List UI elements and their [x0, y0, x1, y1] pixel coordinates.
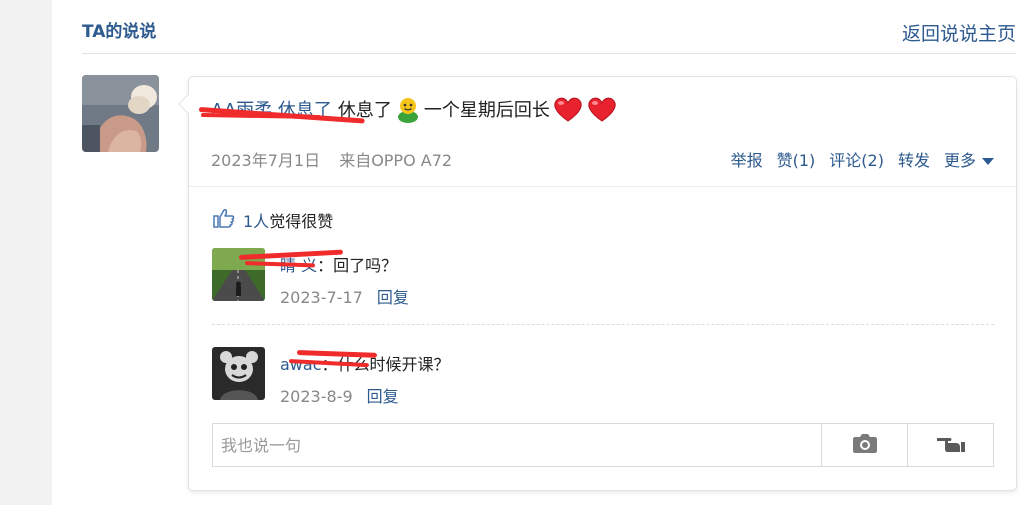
likes-count[interactable]: 1人 [243, 208, 269, 232]
report-link[interactable]: 举报 [731, 147, 763, 171]
post-meta: 2023年7月1日 来自OPPO A72 [211, 147, 452, 171]
comment-box [212, 423, 994, 467]
post-meta-row: 2023年7月1日 来自OPPO A72 举报 赞(1) 评论(2) 转发 更多 [211, 147, 994, 171]
left-gutter [0, 0, 52, 505]
commenter-avatar[interactable] [212, 347, 265, 400]
divider [189, 186, 1016, 187]
back-to-home-link[interactable]: 返回说说主页 [902, 19, 1016, 46]
likes-row: 1人 觉得很赞 [213, 208, 333, 232]
mention-button[interactable] [907, 424, 993, 466]
post-card: AA雨柔 休息了 休息了 一个星期后回长 2023年7月1日 来自OPPO A7… [178, 76, 1017, 491]
card-pointer [178, 94, 198, 114]
comment-date: 2023-7-17 [280, 288, 363, 307]
forward-link[interactable]: 转发 [898, 147, 930, 171]
more-menu[interactable]: 更多 [944, 147, 994, 171]
post-content: AA雨柔 休息了 休息了 一个星期后回长 [211, 93, 618, 125]
camera-icon [852, 432, 878, 458]
post-text-after: 一个星期后回长 [423, 100, 550, 121]
reply-link[interactable]: 回复 [377, 288, 409, 307]
section-title: TA的说说 [82, 22, 157, 42]
emoji-face-icon [394, 95, 422, 123]
comment-separator [212, 324, 994, 325]
pointing-hand-icon [936, 432, 966, 458]
comment-date: 2023-8-9 [280, 387, 353, 406]
post-source: 来自OPPO A72 [339, 151, 453, 170]
likes-text: 觉得很赞 [269, 212, 334, 231]
page-header: TA的说说 返回说说主页 [82, 0, 1016, 54]
heart-icon [586, 95, 618, 123]
comment-meta: 2023-8-9 回复 [280, 383, 399, 407]
thumbs-up-icon [213, 208, 235, 232]
chevron-down-icon [982, 158, 994, 165]
post-date: 2023年7月1日 [211, 151, 321, 170]
comment-input[interactable] [213, 424, 821, 466]
post-actions: 举报 赞(1) 评论(2) 转发 更多 [731, 147, 994, 171]
comment-meta: 2023-7-17 回复 [280, 284, 409, 308]
comment-item: 睛 义：回了吗？ 2023-7-17回复 [212, 248, 994, 307]
photo-button[interactable] [821, 424, 907, 466]
comment-text: ：回了吗？ [317, 256, 398, 275]
reply-link[interactable]: 回复 [367, 387, 399, 406]
more-label: 更多 [943, 151, 976, 170]
heart-icon [552, 95, 584, 123]
comment-link[interactable]: 评论(2) [829, 147, 884, 171]
like-link[interactable]: 赞(1) [777, 147, 816, 171]
user-avatar[interactable] [82, 75, 159, 152]
commenter-name[interactable]: awac [280, 355, 322, 374]
